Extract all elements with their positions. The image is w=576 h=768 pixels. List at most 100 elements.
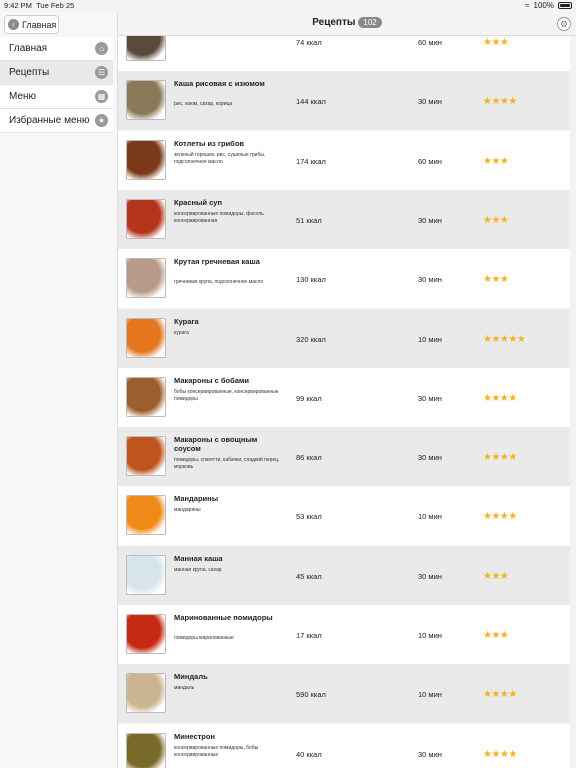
- recipe-name: Миндаль: [174, 672, 208, 682]
- sidebar-item-1[interactable]: Рецепты ☰: [0, 61, 113, 85]
- recipe-ingredients: гречневая крупа, подсолнечное масло: [174, 279, 264, 286]
- recipe-list[interactable]: тыква, пшено, сахар74 ккал60 мин★★★Каша …: [118, 36, 570, 768]
- recipe-row[interactable]: Курага курага 320 ккал 10 мин ★★★★★: [118, 308, 570, 368]
- recipe-row[interactable]: Котлеты из грибов зеленый горошек, рис, с…: [118, 130, 570, 190]
- recipe-name: Маринованные помидоры: [174, 613, 273, 622]
- recipe-row[interactable]: Миндаль миндаль 590 ккал 10 мин ★★★★: [118, 664, 570, 724]
- recipe-name: Курага: [174, 316, 199, 326]
- settings-button[interactable]: ⚙: [557, 17, 571, 31]
- recipe-thumbnail: [126, 80, 166, 121]
- recipe-name: Манная каша: [174, 553, 223, 563]
- recipe-row[interactable]: Макароны с овощным соусом помидоры, спаге…: [118, 427, 570, 487]
- recipe-thumbnail: [126, 139, 166, 180]
- back-button[interactable]: ‹ Главная: [4, 15, 59, 34]
- rating-stars-icon: ★★★: [483, 274, 509, 286]
- sidebar-item-2[interactable]: Меню ▦: [0, 85, 113, 109]
- rating-stars-icon: ★★★★: [483, 511, 517, 523]
- recipe-kcal: 17 ккал: [296, 631, 322, 640]
- recipe-ingredients: миндаль: [174, 685, 195, 692]
- recipe-row[interactable]: Красный суп консервированные помидоры, фа…: [118, 189, 570, 249]
- rating-stars-icon: ★★★★★: [483, 333, 526, 345]
- recipe-ingredients: манная крупа, сахар: [174, 566, 222, 573]
- recipe-time: 30 мин: [418, 393, 442, 403]
- recipe-ingredients: рис, изюм, сахар, корица: [174, 101, 233, 108]
- recipe-time: 30 мин: [418, 97, 442, 107]
- status-bar: 9:42 PM Tue Feb 25 ≈ 100%: [0, 0, 576, 12]
- sidebar-item-0[interactable]: Главная ⌂: [0, 37, 113, 61]
- recipe-thumbnail: [126, 614, 166, 654]
- recipe-time: 30 мин: [418, 453, 442, 463]
- recipe-kcal: 320 ккал: [296, 334, 326, 344]
- recipe-name: Минестрон: [174, 731, 215, 741]
- recipe-ingredients: бобы консервированные, консервированные …: [174, 388, 279, 402]
- gear-icon: ⚙: [559, 18, 569, 29]
- recipe-row[interactable]: тыква, пшено, сахар74 ккал60 мин★★★: [118, 36, 570, 71]
- recipe-thumbnail: [126, 436, 166, 477]
- recipe-time: 10 мин: [418, 334, 442, 344]
- recipe-kcal: 45 ккал: [296, 571, 322, 581]
- recipe-time: 30 мин: [418, 571, 442, 581]
- rating-stars-icon: ★★★: [483, 630, 509, 641]
- recipe-count-badge: 102: [358, 17, 382, 28]
- sidebar-item-3[interactable]: Избранные меню ★: [0, 109, 113, 133]
- recipe-row[interactable]: Манная каша манная крупа, сахар 45 ккал 30 …: [118, 545, 570, 605]
- recipe-kcal: 40 ккал: [296, 749, 322, 759]
- sidebar: ‹ Главная Главная ⌂ Рецепты ☰ Меню ▦ Избранные…: [0, 12, 118, 768]
- recipe-row[interactable]: Маринованные помидоры помидоры маринованн…: [118, 605, 570, 664]
- recipe-name: Макароны с бобами: [174, 375, 250, 385]
- recipe-name: Каша рисовая с изюмом: [174, 79, 265, 89]
- status-right: ≈ 100%: [525, 1, 572, 10]
- recipe-ingredients: помидоры маринованные: [174, 635, 234, 641]
- recipe-ingredients: консервированные помидоры, фасоль консер…: [174, 210, 264, 224]
- recipe-thumbnail: [126, 36, 166, 61]
- recipe-kcal: 144 ккал: [296, 97, 326, 107]
- recipe-time: 60 мин: [418, 156, 442, 166]
- star-icon: ★: [95, 114, 108, 127]
- battery-percent: 100%: [533, 1, 554, 10]
- recipe-kcal: 51 ккал: [296, 215, 322, 225]
- recipe-ingredients: зеленый горошек, рис, сушеные грибы, под…: [174, 151, 266, 165]
- recipe-kcal: 99 ккал: [296, 393, 322, 403]
- rating-stars-icon: ★★★: [483, 37, 509, 48]
- recipe-time: 10 мин: [418, 631, 442, 640]
- recipe-row[interactable]: Мандарины мандарины 53 ккал 10 мин ★★★★: [118, 486, 570, 546]
- recipe-kcal: 174 ккал: [296, 156, 326, 166]
- rating-stars-icon: ★★★★: [483, 96, 517, 108]
- grid-icon: ▦: [95, 90, 108, 103]
- list-icon: ☰: [95, 66, 108, 79]
- sidebar-item-label: Меню: [9, 91, 37, 102]
- recipe-thumbnail: [126, 732, 166, 768]
- sidebar-item-label: Избранные меню: [9, 115, 90, 126]
- rating-stars-icon: ★★★★: [483, 452, 517, 464]
- sidebar-menu: Главная ⌂ Рецепты ☰ Меню ▦ Избранные меню ★: [0, 37, 113, 133]
- recipe-thumbnail: [126, 554, 166, 595]
- rating-stars-icon: ★★★★: [483, 689, 517, 701]
- recipe-time: 10 мин: [418, 690, 442, 700]
- recipe-thumbnail: [126, 258, 166, 299]
- page-title: Рецепты 102: [118, 17, 576, 28]
- wifi-icon: ≈: [525, 1, 530, 10]
- recipe-time: 30 мин: [418, 215, 442, 225]
- rating-stars-icon: ★★★★: [483, 748, 517, 760]
- home-icon: ⌂: [95, 42, 108, 55]
- recipe-row[interactable]: Макароны с бобами бобы консервированные, …: [118, 367, 570, 427]
- recipe-ingredients: курага: [174, 329, 189, 336]
- recipe-thumbnail: [126, 198, 166, 239]
- recipe-thumbnail: [126, 376, 166, 417]
- recipe-row[interactable]: Крутая гречневая каша гречневая крупа, по…: [118, 249, 570, 309]
- rating-stars-icon: ★★★★: [483, 392, 517, 404]
- rating-stars-icon: ★★★: [483, 214, 509, 226]
- recipe-thumbnail: [126, 495, 166, 536]
- battery-icon: [558, 2, 572, 9]
- recipe-name: Котлеты из грибов: [174, 138, 245, 148]
- recipe-time: 30 мин: [418, 275, 442, 285]
- recipe-kcal: 53 ккал: [296, 512, 322, 522]
- recipe-row[interactable]: Минестрон консервированные помидоры, бобы…: [118, 723, 570, 768]
- sidebar-item-label: Главная: [9, 43, 48, 54]
- recipe-time: 10 мин: [418, 512, 442, 522]
- recipe-row[interactable]: Каша рисовая с изюмом рис, изюм, сахар, к…: [118, 71, 570, 131]
- recipe-name: Крутая гречневая каша: [174, 257, 260, 267]
- recipe-kcal: 86 ккал: [296, 453, 322, 463]
- recipe-thumbnail: [126, 673, 166, 714]
- status-time: 9:42 PM Tue Feb 25: [4, 1, 75, 10]
